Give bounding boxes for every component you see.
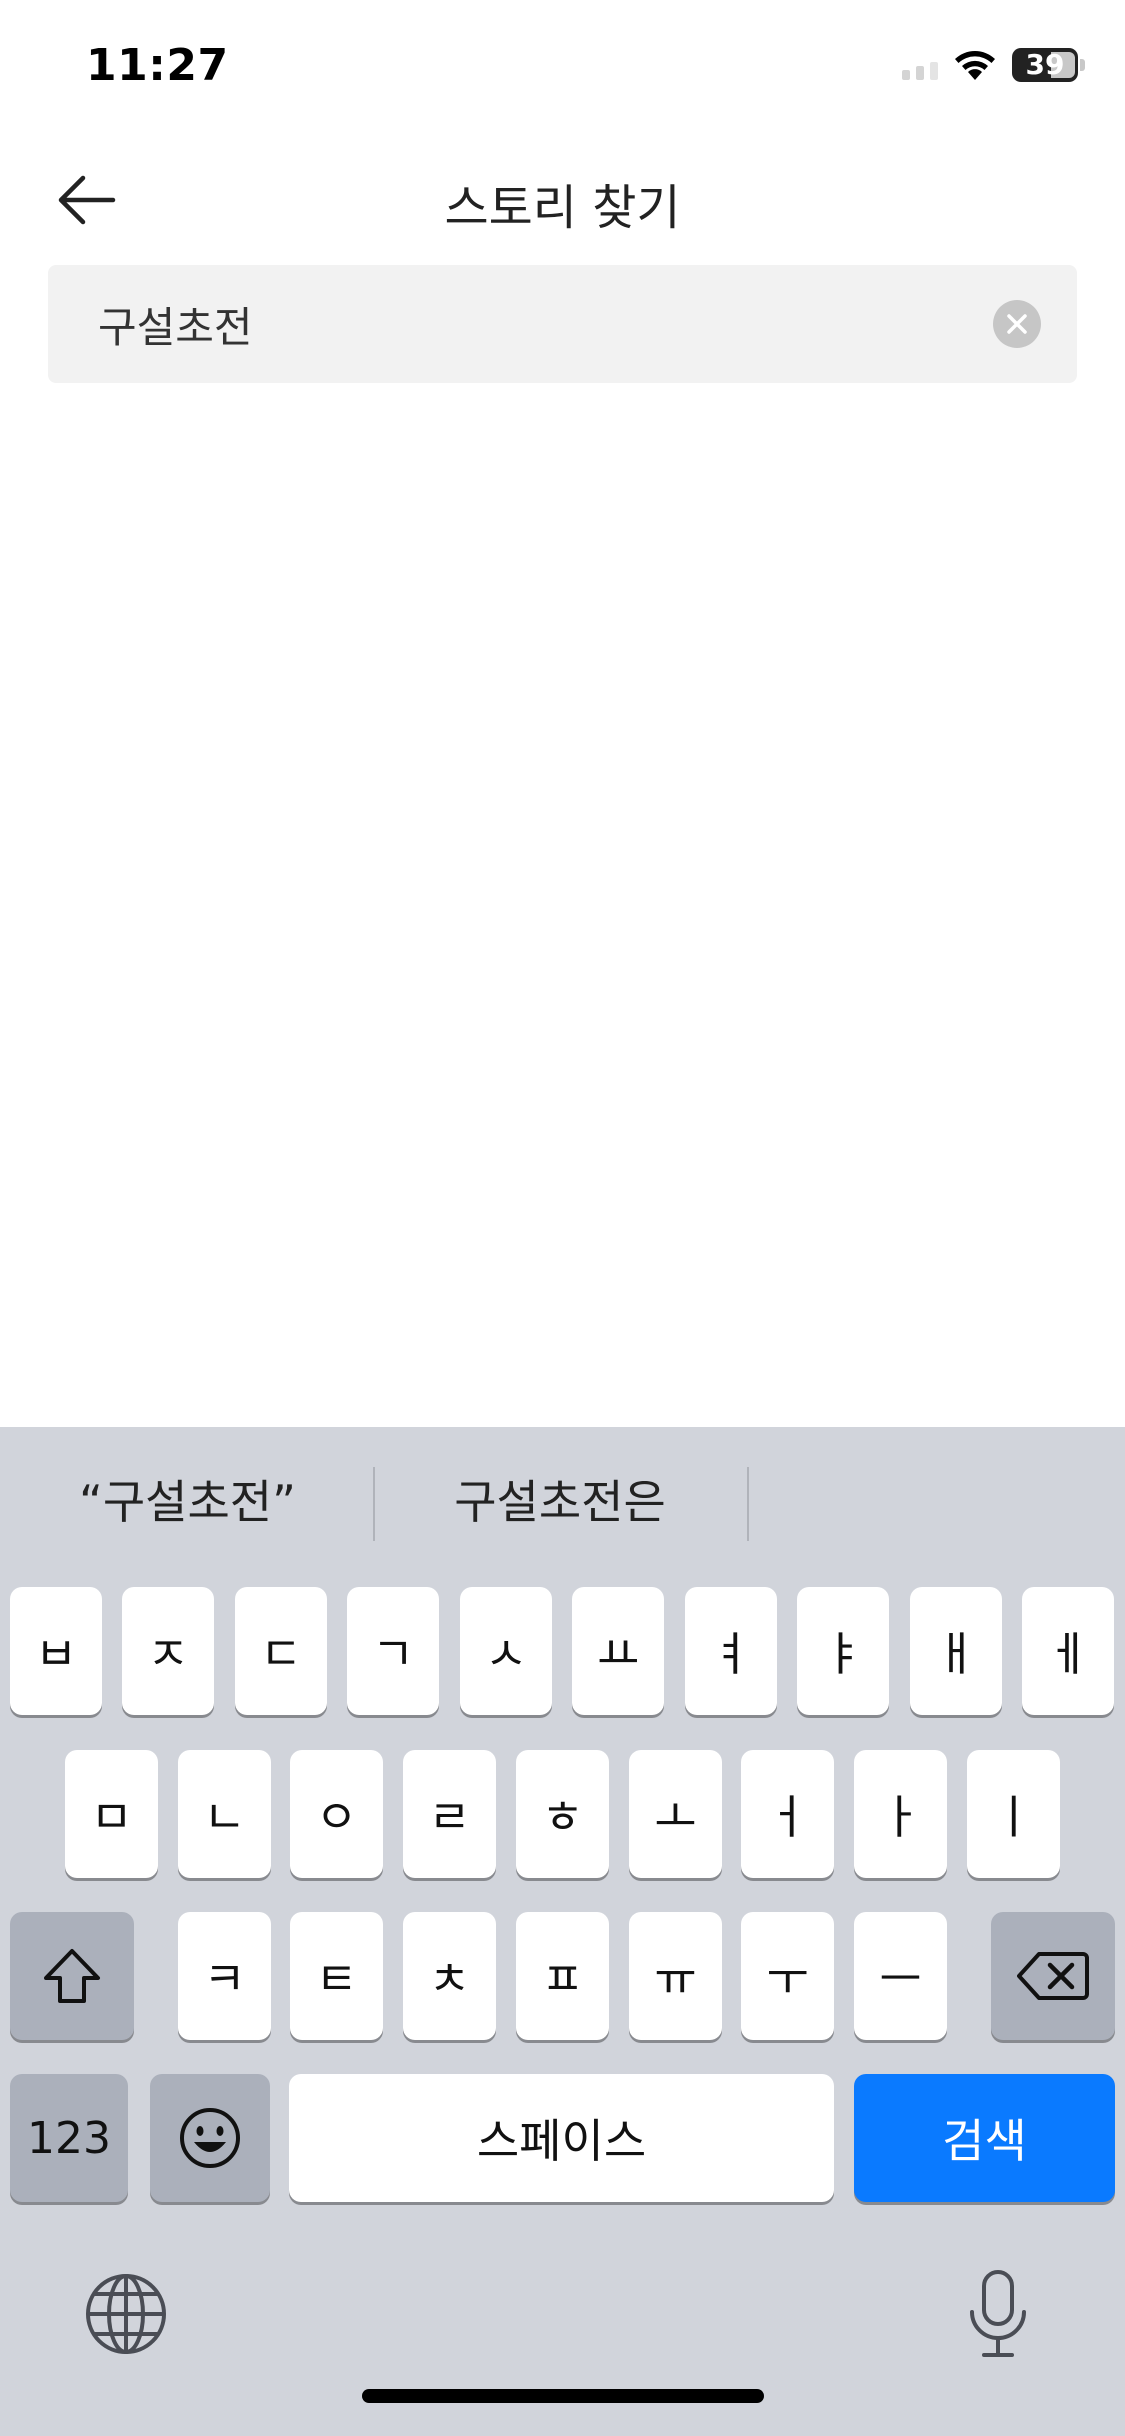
key[interactable]: ㄴ bbox=[178, 1750, 271, 1878]
suggestion-divider bbox=[373, 1467, 375, 1541]
search-key[interactable]: 검색 bbox=[854, 2074, 1115, 2202]
suggestion-item[interactable]: 구설초전은 bbox=[400, 1467, 720, 1537]
wifi-icon bbox=[955, 51, 995, 80]
key[interactable]: ㅡ bbox=[854, 1912, 947, 2040]
globe-icon[interactable] bbox=[84, 2272, 168, 2356]
key[interactable]: ㅈ bbox=[122, 1587, 214, 1715]
status-bar: 11:27 39 bbox=[0, 0, 1125, 130]
close-icon bbox=[1007, 314, 1027, 334]
key[interactable]: ㄹ bbox=[403, 1750, 496, 1878]
key[interactable]: ㅕ bbox=[685, 1587, 777, 1715]
status-icons: 39 bbox=[902, 48, 1085, 82]
key[interactable]: ㅗ bbox=[629, 1750, 722, 1878]
key[interactable]: ㅑ bbox=[797, 1587, 889, 1715]
space-key[interactable]: 스페이스 bbox=[289, 2074, 834, 2202]
home-indicator[interactable] bbox=[362, 2389, 764, 2403]
key[interactable]: ㅛ bbox=[572, 1587, 664, 1715]
key[interactable]: ㅅ bbox=[460, 1587, 552, 1715]
cellular-signal-icon bbox=[902, 50, 938, 80]
key[interactable]: ㅔ bbox=[1022, 1587, 1114, 1715]
key[interactable]: ㄱ bbox=[347, 1587, 439, 1715]
key[interactable]: ㅠ bbox=[629, 1912, 722, 2040]
key[interactable]: ㅌ bbox=[290, 1912, 383, 2040]
key[interactable]: ㅎ bbox=[516, 1750, 609, 1878]
key[interactable]: ㅂ bbox=[10, 1587, 102, 1715]
key[interactable]: ㄷ bbox=[235, 1587, 327, 1715]
microphone-icon[interactable] bbox=[966, 2268, 1030, 2360]
suggestion-item[interactable]: “구설초전” bbox=[30, 1467, 345, 1537]
key[interactable]: ㅇ bbox=[290, 1750, 383, 1878]
backspace-icon bbox=[1017, 1952, 1089, 2000]
emoji-key[interactable] bbox=[150, 2074, 270, 2202]
suggestion-bar: “구설초전” 구설초전은 bbox=[0, 1427, 1125, 1577]
shift-key[interactable] bbox=[10, 1912, 134, 2040]
header: 스토리 찾기 bbox=[0, 130, 1125, 260]
backspace-key[interactable] bbox=[991, 1912, 1115, 2040]
emoji-icon bbox=[180, 2108, 240, 2168]
status-time: 11:27 bbox=[86, 40, 229, 91]
key[interactable]: ㅋ bbox=[178, 1912, 271, 2040]
key[interactable]: ㅐ bbox=[910, 1587, 1002, 1715]
search-input[interactable] bbox=[98, 265, 978, 383]
search-field[interactable] bbox=[48, 265, 1077, 383]
key[interactable]: ㅓ bbox=[741, 1750, 834, 1878]
keyboard: “구설초전” 구설초전은 ㅂ ㅈ ㄷ ㄱ ㅅ ㅛ ㅕ ㅑ ㅐ ㅔ ㅁ ㄴ ㅇ ㄹ… bbox=[0, 1427, 1125, 2436]
numbers-key[interactable]: 123 bbox=[10, 2074, 128, 2202]
key[interactable]: ㅍ bbox=[516, 1912, 609, 2040]
shift-icon bbox=[44, 1949, 100, 2003]
key[interactable]: ㅊ bbox=[403, 1912, 496, 2040]
suggestion-divider bbox=[747, 1467, 749, 1541]
battery-icon: 39 bbox=[1012, 48, 1085, 82]
key[interactable]: ㅜ bbox=[741, 1912, 834, 2040]
key[interactable]: ㅣ bbox=[967, 1750, 1060, 1878]
battery-level: 39 bbox=[1025, 48, 1065, 81]
clear-button[interactable] bbox=[993, 300, 1041, 348]
key[interactable]: ㅁ bbox=[65, 1750, 158, 1878]
page-title: 스토리 찾기 bbox=[444, 180, 681, 236]
key[interactable]: ㅏ bbox=[854, 1750, 947, 1878]
